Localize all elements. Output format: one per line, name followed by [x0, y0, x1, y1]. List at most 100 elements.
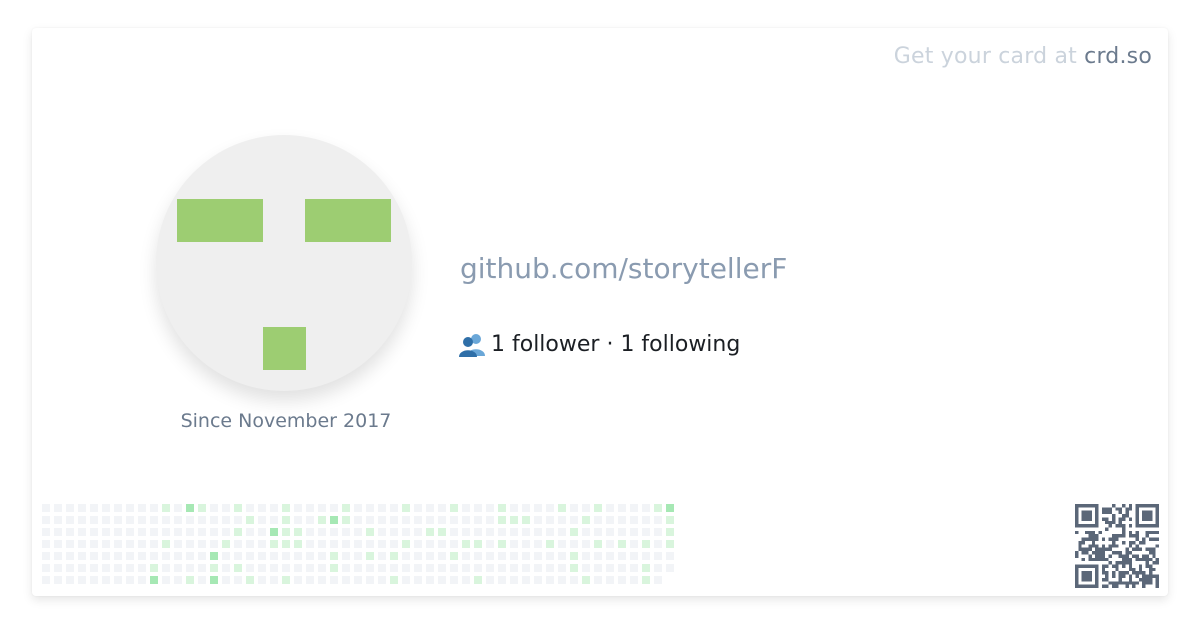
contribution-cell — [582, 564, 590, 572]
contribution-cell — [246, 528, 254, 536]
contribution-cell — [582, 528, 590, 536]
contribution-cell — [486, 528, 494, 536]
contribution-cell — [606, 552, 614, 560]
contribution-cell — [354, 576, 362, 584]
contribution-cell — [66, 528, 74, 536]
profile-handle-link[interactable]: github.com/storytellerF — [460, 252, 787, 285]
qr-module — [1128, 581, 1133, 585]
qr-module — [1085, 537, 1089, 541]
contribution-cell — [402, 516, 410, 524]
qr-module — [1105, 574, 1109, 578]
contribution-cell — [306, 540, 314, 548]
contribution-cell — [234, 576, 242, 584]
crd-so-link[interactable]: crd.so — [1084, 44, 1152, 69]
qr-module — [1105, 564, 1109, 568]
qr-module — [1091, 537, 1096, 541]
contribution-cell — [114, 552, 122, 560]
contribution-cell — [138, 576, 146, 584]
qr-module — [1105, 520, 1109, 525]
contribution-cell — [666, 540, 674, 548]
contribution-cell — [654, 576, 662, 584]
contribution-cell — [546, 528, 554, 536]
qr-module — [1125, 514, 1129, 518]
member-since: Since November 2017 — [180, 410, 392, 432]
contribution-cell — [534, 576, 542, 584]
contribution-cell — [318, 576, 326, 584]
qr-module — [1111, 537, 1116, 541]
contribution-cell — [234, 564, 242, 572]
contribution-cell — [486, 576, 494, 584]
contribution-cell — [438, 504, 446, 512]
identicon-block — [177, 199, 263, 242]
contribution-cell — [498, 576, 506, 584]
contribution-cell — [318, 540, 326, 548]
contribution-cell — [474, 564, 482, 572]
contribution-cell — [282, 516, 290, 524]
contribution-cell — [294, 528, 302, 536]
qr-module — [1115, 564, 1119, 568]
contribution-cell — [150, 516, 158, 524]
contribution-cell — [90, 552, 98, 560]
contribution-cell — [450, 576, 458, 584]
qr-module — [1135, 574, 1139, 578]
qr-module — [1142, 584, 1146, 588]
contribution-cell — [342, 576, 350, 584]
followers-count[interactable]: 1 follower — [491, 332, 599, 357]
contribution-cell — [414, 504, 422, 512]
qr-module — [1078, 547, 1082, 552]
contribution-cell — [450, 504, 458, 512]
qr-module — [1098, 554, 1102, 558]
qr-module — [1115, 581, 1119, 585]
qr-code[interactable] — [1074, 504, 1160, 588]
qr-module — [1111, 514, 1116, 518]
contribution-cell — [522, 516, 530, 524]
qr-module — [1111, 564, 1116, 568]
contribution-cell — [162, 576, 170, 584]
qr-module — [1125, 581, 1129, 585]
qr-module — [1128, 574, 1133, 578]
contribution-cell — [246, 576, 254, 584]
contribution-cell — [342, 540, 350, 548]
qr-module — [1115, 524, 1119, 528]
contribution-cell — [666, 516, 674, 524]
qr-module — [1118, 524, 1123, 528]
qr-module — [1155, 561, 1159, 565]
contribution-cell — [510, 516, 518, 524]
qr-module — [1115, 561, 1119, 565]
contribution-cell — [402, 528, 410, 536]
contribution-cell — [390, 564, 398, 572]
contribution-cell — [522, 540, 530, 548]
qr-module — [1122, 571, 1126, 575]
qr-module — [1088, 547, 1092, 552]
contribution-cell — [90, 564, 98, 572]
qr-module — [1091, 544, 1096, 548]
contribution-cell — [90, 576, 98, 584]
contribution-cell — [546, 576, 554, 584]
qr-module — [1135, 544, 1139, 548]
contribution-cell — [654, 504, 662, 512]
qr-module — [1101, 544, 1106, 548]
qr-module — [1138, 547, 1143, 552]
contribution-cell — [342, 504, 350, 512]
contribution-cell — [138, 540, 146, 548]
contribution-cell — [426, 528, 434, 536]
contribution-cell — [534, 552, 542, 560]
contribution-cell — [474, 528, 482, 536]
qr-module — [1128, 561, 1133, 565]
qr-module — [1155, 581, 1159, 585]
contribution-cell — [390, 552, 398, 560]
qr-module — [1111, 584, 1116, 588]
qr-module — [1138, 557, 1143, 562]
contribution-cell — [546, 504, 554, 512]
contribution-cell — [90, 540, 98, 548]
following-count[interactable]: 1 following — [620, 332, 740, 357]
contribution-cell — [642, 564, 650, 572]
contribution-cell — [522, 564, 530, 572]
contribution-cell — [546, 564, 554, 572]
qr-module — [1122, 524, 1126, 528]
contribution-cell — [534, 528, 542, 536]
qr-module — [1125, 554, 1129, 558]
qr-module — [1111, 520, 1116, 525]
qr-module — [1088, 544, 1092, 548]
qr-module — [1138, 540, 1143, 545]
